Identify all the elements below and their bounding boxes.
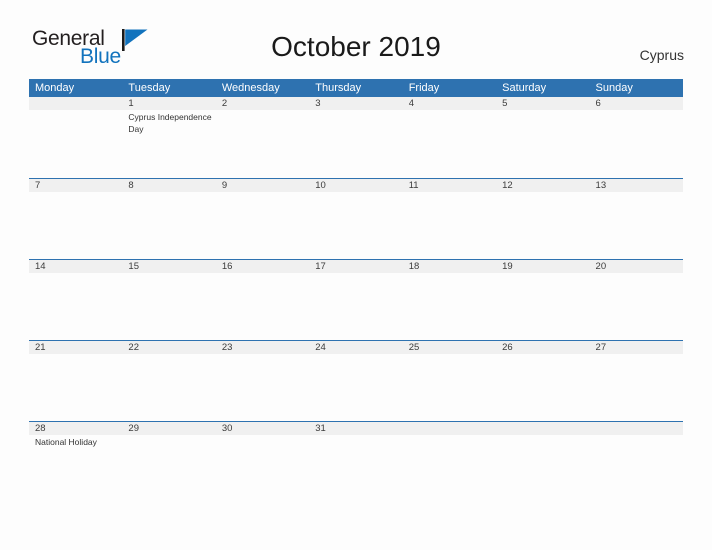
day-event	[590, 192, 683, 259]
day-event	[496, 192, 589, 259]
day-number[interactable]: 12	[496, 179, 589, 192]
day-event-band: National Holiday	[29, 435, 683, 502]
day-number[interactable]	[29, 97, 122, 110]
day-number[interactable]: 24	[309, 341, 402, 354]
day-event	[309, 192, 402, 259]
weekday-header-row: Monday Tuesday Wednesday Thursday Friday…	[29, 79, 683, 97]
day-event	[122, 273, 215, 340]
day-event	[403, 273, 496, 340]
day-event	[403, 435, 496, 502]
day-number[interactable]	[590, 422, 683, 435]
day-event	[403, 354, 496, 421]
weekday-header-sunday: Sunday	[595, 82, 633, 94]
day-number[interactable]: 6	[590, 97, 683, 110]
day-number[interactable]: 3	[309, 97, 402, 110]
day-event	[590, 273, 683, 340]
day-event	[122, 192, 215, 259]
page-title: October 2019	[271, 31, 441, 62]
day-event	[496, 435, 589, 502]
day-number[interactable]: 30	[216, 422, 309, 435]
day-number[interactable]: 15	[122, 260, 215, 273]
day-number[interactable]: 21	[29, 341, 122, 354]
day-number[interactable]: 27	[590, 341, 683, 354]
day-event-band	[29, 354, 683, 421]
weekday-header-tuesday: Tuesday	[128, 82, 171, 94]
weekday-header-friday: Friday	[408, 82, 440, 94]
day-number[interactable]: 29	[122, 422, 215, 435]
day-number[interactable]: 8	[122, 179, 215, 192]
day-number[interactable]: 23	[216, 341, 309, 354]
day-number[interactable]: 4	[403, 97, 496, 110]
day-number[interactable]: 28	[29, 422, 122, 435]
day-event	[216, 435, 309, 502]
day-event	[216, 273, 309, 340]
day-event	[29, 354, 122, 421]
day-number-band: 21 22 23 24 25 26 27	[29, 341, 683, 354]
day-number[interactable]: 26	[496, 341, 589, 354]
day-number-band: 14 15 16 17 18 19 20	[29, 260, 683, 273]
day-number[interactable]: 22	[122, 341, 215, 354]
day-number[interactable]: 18	[403, 260, 496, 273]
day-event: National Holiday	[35, 437, 97, 447]
day-event	[309, 110, 402, 177]
day-number[interactable]: 5	[496, 97, 589, 110]
day-number[interactable]: 19	[496, 260, 589, 273]
day-number-band: 7 8 9 10 11 12 13	[29, 179, 683, 192]
day-event	[122, 354, 215, 421]
day-number[interactable]: 14	[29, 260, 122, 273]
weekday-header-saturday: Saturday	[502, 82, 547, 94]
day-event	[496, 273, 589, 340]
day-event	[496, 110, 589, 177]
day-event: Cyprus Independence Day	[128, 112, 212, 134]
day-number[interactable]: 7	[29, 179, 122, 192]
day-number[interactable]	[403, 422, 496, 435]
day-number[interactable]: 10	[309, 179, 402, 192]
week-row: 21 22 23 24 25 26 27	[29, 340, 683, 421]
day-event	[216, 110, 309, 177]
day-event	[590, 110, 683, 177]
day-event	[122, 435, 215, 502]
day-number[interactable]: 11	[403, 179, 496, 192]
day-number-band: 1 2 3 4 5 6	[29, 97, 683, 110]
week-row: 14 15 16 17 18 19 20	[29, 259, 683, 340]
day-number[interactable]: 31	[309, 422, 402, 435]
day-number[interactable]: 1	[122, 97, 215, 110]
day-event	[496, 354, 589, 421]
day-number[interactable]: 16	[216, 260, 309, 273]
calendar-page: General Blue October 2019 Cyprus Monday …	[0, 0, 712, 550]
day-number-band: 28 29 30 31	[29, 422, 683, 435]
day-event-band	[29, 273, 683, 340]
day-event	[309, 273, 402, 340]
day-event	[403, 192, 496, 259]
day-number[interactable]: 9	[216, 179, 309, 192]
calendar-grid: Monday Tuesday Wednesday Thursday Friday…	[29, 79, 683, 502]
day-number[interactable]: 13	[590, 179, 683, 192]
day-event	[29, 192, 122, 259]
day-event	[216, 192, 309, 259]
day-number[interactable]	[496, 422, 589, 435]
day-number[interactable]: 20	[590, 260, 683, 273]
day-event-band: Cyprus Independence Day	[29, 110, 683, 177]
day-event	[309, 354, 402, 421]
country-label: Cyprus	[639, 47, 684, 63]
weekday-header-monday: Monday	[35, 82, 75, 94]
day-event	[590, 435, 683, 502]
day-number[interactable]: 17	[309, 260, 402, 273]
day-event	[29, 273, 122, 340]
weekday-header-thursday: Thursday	[315, 82, 362, 94]
weekday-header-wednesday: Wednesday	[221, 82, 280, 94]
day-number[interactable]: 2	[216, 97, 309, 110]
day-number[interactable]: 25	[403, 341, 496, 354]
week-row: 28 29 30 31 National Holiday	[29, 421, 683, 502]
week-row: 7 8 9 10 11 12 13	[29, 178, 683, 259]
day-event	[309, 435, 402, 502]
week-row: 1 2 3 4 5 6 Cyprus Independence Day	[29, 97, 683, 178]
day-event	[216, 354, 309, 421]
day-event	[403, 110, 496, 177]
day-event-band	[29, 192, 683, 259]
day-event	[590, 354, 683, 421]
day-event	[29, 110, 122, 177]
page-header: General Blue October 2019 Cyprus	[0, 0, 712, 79]
